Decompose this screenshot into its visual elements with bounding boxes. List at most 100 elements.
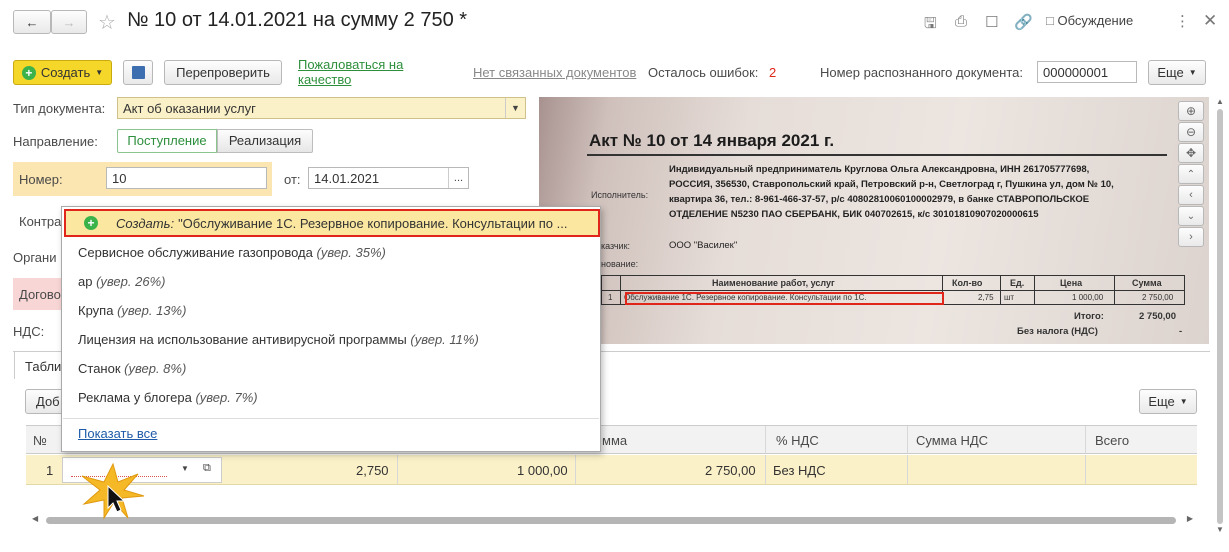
preview-icon[interactable]: ☐ xyxy=(985,13,998,31)
scan-row-unit: шт xyxy=(1004,293,1015,302)
left-button[interactable]: ‹ xyxy=(1178,185,1204,205)
scan-executor-line1: Индивидуальный предприниматель Круглова … xyxy=(669,164,1090,175)
list-item-hint: (увер. 26%) xyxy=(96,274,166,289)
scroll-left-icon[interactable]: ◀ xyxy=(32,514,38,523)
table-more-label: Еще xyxy=(1148,394,1175,409)
arrow-right-icon: → xyxy=(62,14,76,30)
scrollbar-thumb[interactable] xyxy=(46,517,1176,524)
scan-heading: Акт № 10 от 14 января 2021 г. xyxy=(589,131,835,150)
scan-executor-line2: РОССИЯ, 356530, Ставропольский край, Пет… xyxy=(669,179,1114,190)
more-button[interactable]: Еще ▼ xyxy=(1148,60,1206,85)
arrow-left-icon: ← xyxy=(25,14,39,30)
create-label: Создать xyxy=(40,65,91,80)
more-vert-icon[interactable]: ⋮ xyxy=(1175,12,1190,30)
table-more-button[interactable]: Еще ▼ xyxy=(1139,389,1197,414)
date-field[interactable]: 14.01.2021 ... xyxy=(308,167,469,189)
col-separator xyxy=(907,455,908,484)
number-field[interactable]: 10 xyxy=(106,167,267,189)
scan-row-price: 1 000,00 xyxy=(1072,293,1104,302)
scroll-right-icon[interactable]: ▶ xyxy=(1187,514,1193,523)
scan-col-price: Цена xyxy=(1060,278,1083,288)
complain-link[interactable]: Пожаловаться на качество xyxy=(298,57,423,87)
scan-executor-label: Исполнитель: xyxy=(591,190,649,200)
star-icon[interactable]: ☆ xyxy=(98,10,116,35)
errors-count[interactable]: 2 xyxy=(769,65,776,80)
horizontal-scrollbar[interactable]: ◀ ▶ xyxy=(26,513,1197,527)
table-row[interactable]: 1 ▼ ⧉ 2,750 1 000,00 2 750,00 Без НДС xyxy=(26,455,1197,485)
scan-row-qty: 2,75 xyxy=(978,293,994,302)
show-all-link[interactable]: Показать все xyxy=(78,426,157,441)
no-linked-link[interactable]: Нет связанных документов xyxy=(473,65,636,80)
link-icon[interactable]: 🔗 xyxy=(1014,13,1033,31)
list-item[interactable]: ар (увер. 26%) xyxy=(78,274,165,289)
chevron-left-icon: ‹ xyxy=(1189,189,1193,201)
counterparty-dropdown: + Создать: "Обслуживание 1С. Резервное к… xyxy=(61,206,601,452)
doc-type-value: Акт об оказании услуг xyxy=(123,100,256,116)
scroll-down-icon[interactable]: ▼ xyxy=(1216,525,1224,534)
chevron-down-icon: ▼ xyxy=(1188,68,1197,77)
vat-label: НДС: xyxy=(13,324,45,339)
direction-out-toggle[interactable]: Реализация xyxy=(217,129,313,153)
chat-icon: □ xyxy=(1046,13,1054,28)
list-item[interactable]: Станок (увер. 8%) xyxy=(78,361,186,376)
recheck-label: Перепроверить xyxy=(176,65,270,80)
direction-label: Направление: xyxy=(13,134,98,149)
more-label: Еще xyxy=(1157,65,1184,80)
popup-divider xyxy=(63,418,599,419)
recheck-button[interactable]: Перепроверить xyxy=(164,60,282,85)
scan-col-name: Наименование работ, услуг xyxy=(712,278,835,288)
col-vat-pct-header: % НДС xyxy=(776,433,819,448)
doc-type-field[interactable]: Акт об оказании услуг ▼ xyxy=(117,97,526,119)
document-scan-image: Акт № 10 от 14 января 2021 г. Исполнител… xyxy=(539,97,1209,344)
zoom-in-button[interactable]: ⊕ xyxy=(1178,101,1204,121)
move-icon: ✥ xyxy=(1185,146,1197,160)
plus-icon: + xyxy=(21,65,36,80)
vertical-scrollbar-thumb[interactable] xyxy=(1217,109,1223,524)
right-button[interactable]: › xyxy=(1178,227,1204,247)
zoom-out-button[interactable]: ⊖ xyxy=(1178,122,1204,142)
scan-total-value: 2 750,00 xyxy=(1139,311,1176,322)
errors-label: Осталось ошибок: xyxy=(648,65,759,80)
chevron-right-icon: › xyxy=(1189,231,1193,243)
save-icon[interactable]: 🖫 xyxy=(924,13,937,38)
vertical-scrollbar[interactable]: ▲ ▼ xyxy=(1214,97,1226,537)
col-total-header: Всего xyxy=(1095,433,1130,448)
zoom-out-icon: ⊖ xyxy=(1185,125,1197,139)
list-item-hint: (увер. 7%) xyxy=(195,390,258,405)
scan-col-sum: Сумма xyxy=(1132,278,1162,288)
list-item[interactable]: Крупа (увер. 13%) xyxy=(78,303,186,318)
scan-col-sep xyxy=(1000,276,1001,304)
back-button[interactable]: ← xyxy=(13,10,51,34)
up-button[interactable]: ⌃ xyxy=(1178,164,1204,184)
scan-col-unit: Ед. xyxy=(1010,278,1025,288)
down-button[interactable]: ⌄ xyxy=(1178,206,1204,226)
row-price: 1 000,00 xyxy=(517,463,568,478)
scan-row-highlight xyxy=(625,292,944,305)
chevron-down-icon[interactable]: ▼ xyxy=(505,98,525,118)
scan-table-hrule xyxy=(602,290,1184,291)
recognized-number-label: Номер распознанного документа: xyxy=(820,65,1023,80)
chevron-down-icon[interactable]: ▼ xyxy=(181,464,189,473)
open-form-icon[interactable]: ⧉ xyxy=(203,462,211,475)
direction-in-toggle[interactable]: Поступление xyxy=(117,129,217,153)
recognized-number-field[interactable]: 000000001 xyxy=(1037,61,1137,83)
forward-button[interactable]: → xyxy=(51,10,87,34)
cursor-pointer-icon xyxy=(81,462,145,520)
save-button[interactable] xyxy=(123,60,153,85)
chevron-down-icon: ▼ xyxy=(1179,397,1188,406)
discussion-button[interactable]: □ Обсуждение xyxy=(1046,13,1133,28)
list-item[interactable]: Сервисное обслуживание газопровода (увер… xyxy=(78,245,386,260)
add-row-label: Доб xyxy=(36,394,60,409)
page-title: № 10 от 14.01.2021 на сумму 2 750 * xyxy=(127,9,468,31)
col-separator xyxy=(575,455,576,484)
number-value: 10 xyxy=(112,170,127,186)
close-icon[interactable]: ✕ xyxy=(1203,11,1217,31)
scroll-up-icon[interactable]: ▲ xyxy=(1216,97,1224,106)
list-item[interactable]: Лицензия на использование антивирусной п… xyxy=(78,332,479,347)
ellipsis-icon[interactable]: ... xyxy=(448,168,468,188)
create-new-item[interactable]: + Создать: "Обслуживание 1С. Резервное к… xyxy=(64,209,600,237)
create-button[interactable]: + Создать ▼ xyxy=(13,60,112,85)
fit-button[interactable]: ✥ xyxy=(1178,143,1204,163)
print-icon[interactable]: ⎙ xyxy=(955,13,967,30)
list-item[interactable]: Реклама у блогера (увер. 7%) xyxy=(78,390,258,405)
